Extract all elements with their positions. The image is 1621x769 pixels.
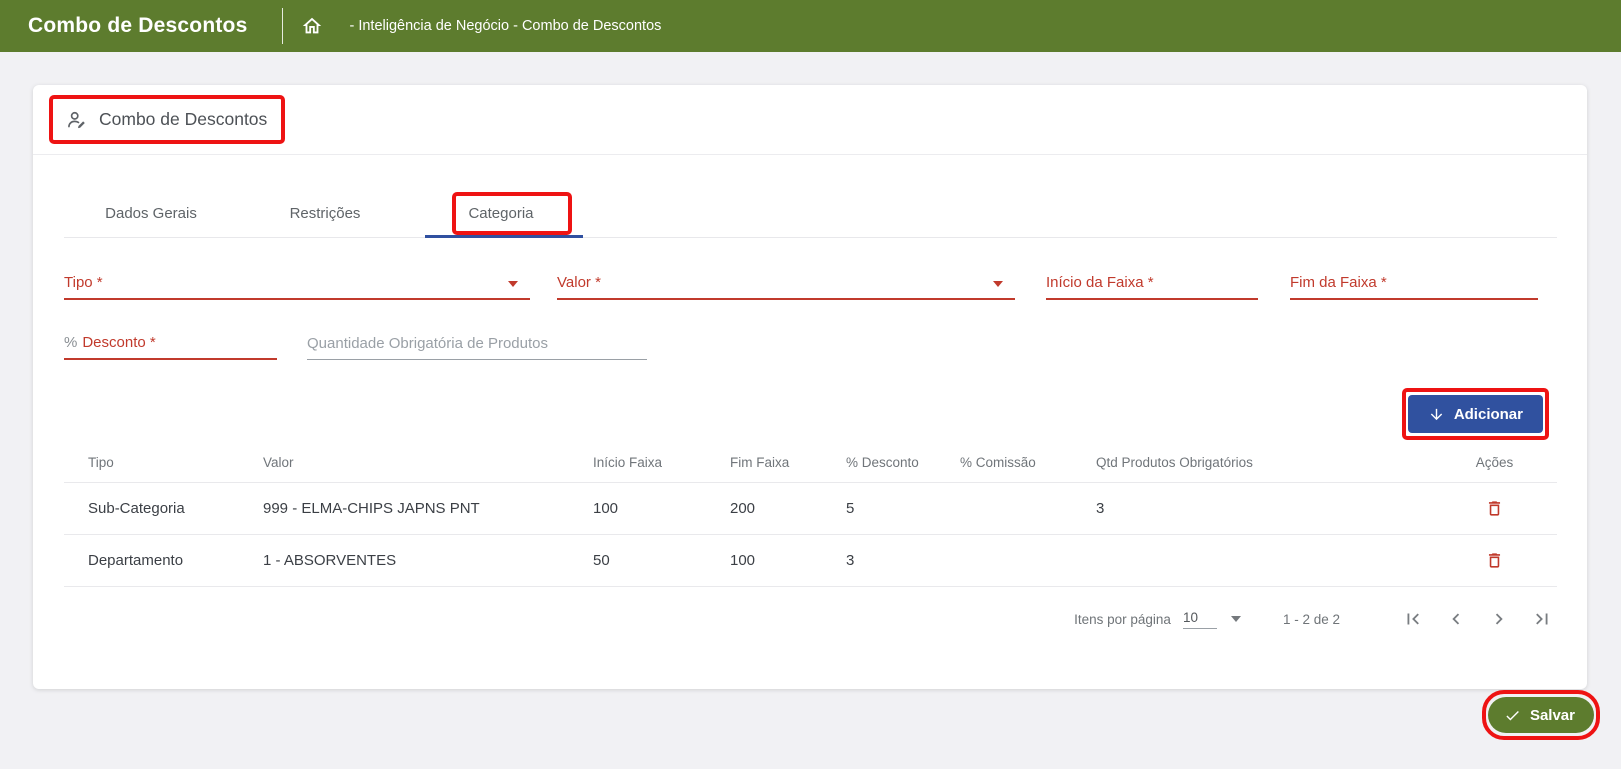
cell-fim: 100 xyxy=(706,535,822,587)
check-icon xyxy=(1504,707,1521,724)
valor-label: Valor * xyxy=(557,274,601,291)
col-inicio-faixa: Início Faixa xyxy=(569,449,706,483)
items-per-page-value: 10 xyxy=(1183,610,1217,629)
app-header: Combo de Descontos - Inteligência de Neg… xyxy=(0,0,1621,52)
active-tab-indicator xyxy=(425,235,583,238)
percent-prefix: % xyxy=(64,334,77,351)
quantidade-field[interactable] xyxy=(307,330,647,360)
col-fim-faixa: Fim Faixa xyxy=(706,449,822,483)
adicionar-button[interactable]: Adicionar xyxy=(1408,395,1543,433)
save-row: Salvar xyxy=(1488,697,1594,733)
items-per-page-label: Itens por página xyxy=(1074,612,1171,627)
col-desconto: % Desconto xyxy=(822,449,936,483)
home-icon[interactable] xyxy=(301,15,323,37)
cell-tipo: Departamento xyxy=(64,535,239,587)
col-acoes: Ações xyxy=(1432,449,1557,483)
cell-qtd: 3 xyxy=(1072,483,1432,535)
card-header: Combo de Descontos xyxy=(33,85,1587,155)
cell-comissao xyxy=(936,535,1072,587)
cell-tipo: Sub-Categoria xyxy=(64,483,239,535)
chevron-left-icon xyxy=(1445,608,1467,630)
cell-valor: 999 - ELMA-CHIPS JAPNS PNT xyxy=(239,483,569,535)
previous-page-button[interactable] xyxy=(1441,604,1471,634)
inicio-faixa-field[interactable]: Início da Faixa * xyxy=(1046,270,1258,300)
cell-qtd xyxy=(1072,535,1432,587)
breadcrumb: - Inteligência de Negócio - Combo de Des… xyxy=(349,18,661,34)
salvar-button[interactable]: Salvar xyxy=(1488,697,1594,733)
cell-desconto: 5 xyxy=(822,483,936,535)
next-page-button[interactable] xyxy=(1484,604,1514,634)
table-row: Sub-Categoria 999 - ELMA-CHIPS JAPNS PNT… xyxy=(64,483,1557,535)
cell-valor: 1 - ABSORVENTES xyxy=(239,535,569,587)
fim-faixa-field[interactable]: Fim da Faixa * xyxy=(1290,270,1538,300)
dropdown-arrow-icon xyxy=(508,281,518,287)
content-card: Combo de Descontos Dados Gerais Restriçõ… xyxy=(33,85,1587,689)
cell-desconto: 3 xyxy=(822,535,936,587)
col-tipo: Tipo xyxy=(64,449,239,483)
arrow-down-icon xyxy=(1428,406,1445,423)
card-heading: Combo de Descontos xyxy=(66,109,267,131)
categorias-table: Tipo Valor Início Faixa Fim Faixa % Desc… xyxy=(64,449,1557,587)
table-row: Departamento 1 - ABSORVENTES 50 100 3 xyxy=(64,535,1557,587)
adicionar-label: Adicionar xyxy=(1454,406,1523,423)
paginator: Itens por página 10 1 - 2 de 2 xyxy=(33,599,1557,639)
tab-categoria[interactable]: Categoria xyxy=(412,190,590,237)
quantidade-input[interactable] xyxy=(307,330,647,358)
cell-comissao xyxy=(936,483,1072,535)
page-range: 1 - 2 de 2 xyxy=(1283,612,1340,627)
tipo-select[interactable]: Tipo * xyxy=(64,270,530,300)
tipo-label: Tipo * xyxy=(64,274,103,291)
table-header-row: Tipo Valor Início Faixa Fim Faixa % Desc… xyxy=(64,449,1557,483)
page: Combo de Descontos - Inteligência de Neg… xyxy=(0,0,1621,769)
cell-inicio: 100 xyxy=(569,483,706,535)
trash-icon xyxy=(1485,551,1504,570)
header-divider xyxy=(282,8,283,44)
inicio-faixa-label: Início da Faixa * xyxy=(1046,274,1154,291)
delete-row-button[interactable] xyxy=(1481,496,1508,521)
tab-restricoes[interactable]: Restrições xyxy=(238,190,412,237)
first-page-button[interactable] xyxy=(1398,604,1428,634)
tab-bar: Dados Gerais Restrições Categoria xyxy=(64,190,1557,238)
desconto-field[interactable]: % Desconto * xyxy=(64,330,277,360)
col-qtd-obrigatorios: Qtd Produtos Obrigatórios xyxy=(1072,449,1432,483)
dropdown-arrow-icon xyxy=(1231,616,1241,622)
last-page-button[interactable] xyxy=(1527,604,1557,634)
form-row-2: % Desconto * xyxy=(64,330,1587,360)
delete-row-button[interactable] xyxy=(1481,548,1508,573)
page-title: Combo de Descontos xyxy=(28,14,247,38)
dropdown-arrow-icon xyxy=(993,281,1003,287)
card-heading-label: Combo de Descontos xyxy=(99,109,267,130)
chevron-right-icon xyxy=(1488,608,1510,630)
person-edit-icon xyxy=(66,109,88,131)
cell-fim: 200 xyxy=(706,483,822,535)
desconto-label: Desconto * xyxy=(82,334,155,351)
cell-inicio: 50 xyxy=(569,535,706,587)
tab-categoria-label: Categoria xyxy=(468,205,533,222)
valor-select[interactable]: Valor * xyxy=(557,270,1015,300)
col-valor: Valor xyxy=(239,449,569,483)
add-row: Adicionar xyxy=(33,395,1543,433)
form-row-1: Tipo * Valor * Início da Faixa * Fim da … xyxy=(64,270,1587,300)
trash-icon xyxy=(1485,499,1504,518)
last-page-icon xyxy=(1531,608,1553,630)
items-per-page-select[interactable]: 10 xyxy=(1183,610,1241,629)
col-comissao: % Comissão xyxy=(936,449,1072,483)
tab-dados-gerais[interactable]: Dados Gerais xyxy=(64,190,238,237)
fim-faixa-label: Fim da Faixa * xyxy=(1290,274,1387,291)
first-page-icon xyxy=(1402,608,1424,630)
salvar-label: Salvar xyxy=(1530,707,1575,724)
